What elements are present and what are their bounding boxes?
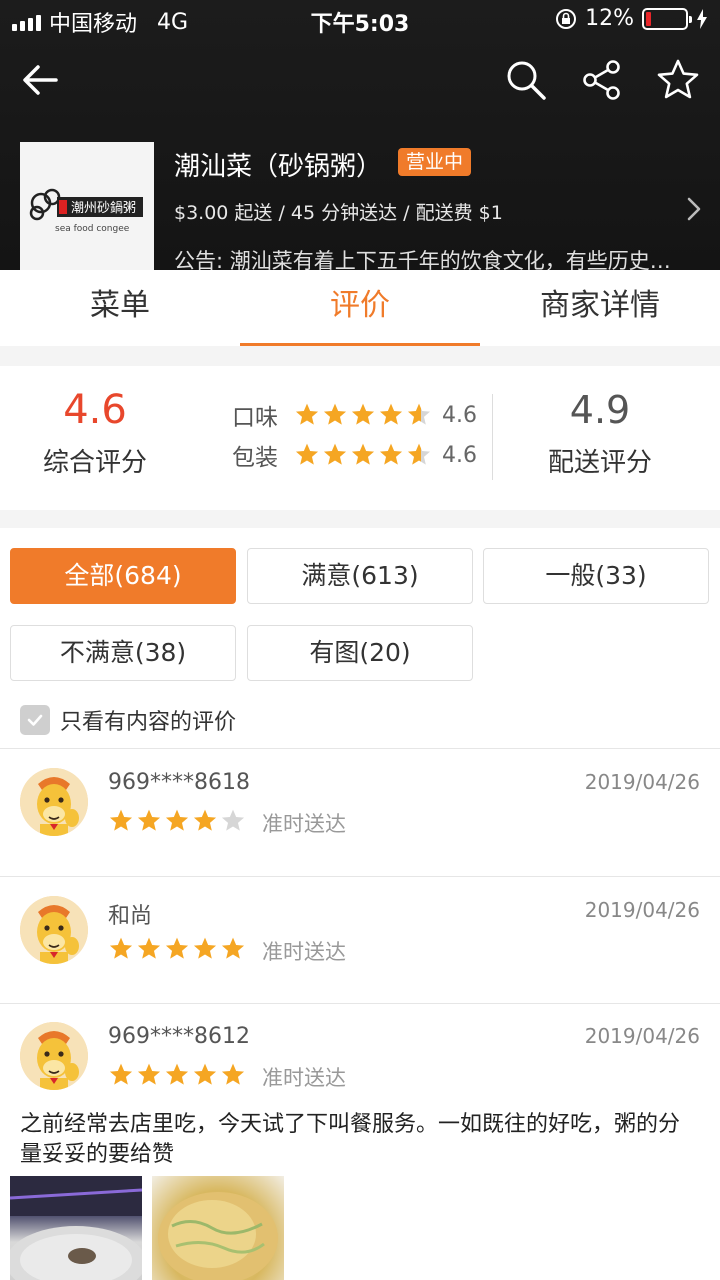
star-icon <box>109 1063 133 1085</box>
star-icon <box>221 1063 245 1085</box>
rating-divider <box>492 394 493 480</box>
filter-satisfied[interactable]: 满意(613) <box>247 548 473 604</box>
status-bar: 中国移动 4G 下午5:03 12% <box>0 0 720 40</box>
star-icon <box>193 809 217 831</box>
checkmark-icon <box>27 714 43 726</box>
review-stars <box>108 1062 246 1088</box>
divider <box>0 1003 720 1004</box>
delivery-score: 4.9 <box>569 388 631 432</box>
star-icon <box>165 1063 189 1085</box>
review-username: 969****8612 <box>108 1024 250 1049</box>
battery-percent: 12% <box>585 6 634 31</box>
packaging-stars <box>294 442 432 468</box>
mascot-avatar-icon <box>20 1022 88 1090</box>
review-text: 之前经常去店里吃，今天试了下叫餐服务。一如既往的好吃，粥的分量妥妥的要给赞 <box>20 1112 681 1167</box>
star-icon <box>323 443 347 465</box>
star-icon <box>323 403 347 425</box>
shop-header: 中国移动 4G 下午5:03 12% 潮州砂鍋粥 sea food congee… <box>0 0 720 270</box>
checkbox[interactable] <box>20 705 50 735</box>
star-icon <box>407 403 431 425</box>
packaging-score: 4.6 <box>442 442 477 468</box>
star-icon <box>351 443 375 465</box>
shop-notice[interactable]: 公告: 潮汕菜有着上下五千年的饮食文化，有些历史… <box>174 245 694 270</box>
tab-merchant-details[interactable]: 商家详情 <box>480 270 720 346</box>
star-icon <box>109 937 133 959</box>
divider <box>0 748 720 749</box>
avatar[interactable] <box>20 1022 88 1090</box>
share-icon[interactable] <box>580 58 624 102</box>
review-photo[interactable] <box>152 1176 284 1280</box>
star-icon <box>295 443 319 465</box>
star-icon <box>137 937 161 959</box>
logo-subtext: sea food congee <box>55 224 130 234</box>
star-icon <box>295 403 319 425</box>
star-icon <box>193 937 217 959</box>
back-arrow-icon[interactable] <box>20 60 60 100</box>
delivery-label: 配送评分 <box>547 448 652 478</box>
overall-rating: 4.6 综合评分 <box>0 388 190 479</box>
review-username: 969****8618 <box>108 770 250 795</box>
section-divider <box>0 510 720 528</box>
star-icon <box>351 403 375 425</box>
star-icon <box>379 403 403 425</box>
star-outline-icon[interactable] <box>656 58 700 102</box>
only-content-toggle[interactable]: 只看有内容的评价 <box>20 704 236 736</box>
review-stars <box>108 936 246 962</box>
review-date: 2019/04/26 <box>584 1024 700 1048</box>
star-icon <box>221 937 245 959</box>
packaging-rating: 包装 4.6 <box>232 438 477 472</box>
star-icon <box>165 937 189 959</box>
review-tag: 准时送达 <box>262 1066 346 1090</box>
chevron-right-icon[interactable] <box>682 194 706 224</box>
star-icon <box>165 809 189 831</box>
shop-name: 潮汕菜（砂锅粥） <box>174 152 383 182</box>
charging-bolt-icon <box>697 8 707 29</box>
star-icon <box>193 1063 217 1085</box>
taste-stars <box>294 402 432 428</box>
status-badge: 营业中 <box>398 148 472 176</box>
filter-with-photos[interactable]: 有图(20) <box>247 625 473 681</box>
taste-rating: 口味 4.6 <box>232 398 477 432</box>
star-icon <box>137 1063 161 1085</box>
search-icon[interactable] <box>504 58 548 102</box>
review-date: 2019/04/26 <box>584 898 700 922</box>
overall-label: 综合评分 <box>42 448 147 478</box>
packaging-label: 包装 <box>232 445 278 471</box>
review-tag: 准时送达 <box>262 940 346 964</box>
avatar[interactable] <box>20 768 88 836</box>
taste-score: 4.6 <box>442 402 477 428</box>
review-username: 和尚 <box>108 904 153 929</box>
only-content-label: 只看有内容的评价 <box>60 710 237 735</box>
review-tag: 准时送达 <box>262 812 346 836</box>
review-date: 2019/04/26 <box>584 770 700 794</box>
star-icon <box>221 809 245 831</box>
star-icon <box>379 443 403 465</box>
filter-all[interactable]: 全部(684) <box>10 548 236 604</box>
avatar[interactable] <box>20 896 88 964</box>
battery-icon <box>642 7 692 30</box>
review-stars <box>108 808 246 834</box>
filter-average[interactable]: 一般(33) <box>483 548 709 604</box>
shop-logo: 潮州砂鍋粥 sea food congee <box>20 142 154 270</box>
tab-bar: 菜单 评价 商家详情 <box>0 270 720 346</box>
rotation-lock-icon <box>556 8 577 29</box>
star-icon <box>137 809 161 831</box>
shop-logo-image: 潮州砂鍋粥 sea food congee <box>29 188 143 234</box>
shop-delivery-info: $3.00 起送 / 45 分钟送达 / 配送费 $1 <box>174 202 503 224</box>
delivery-rating: 4.9 配送评分 <box>500 388 700 479</box>
mascot-avatar-icon <box>20 896 88 964</box>
tab-menu[interactable]: 菜单 <box>0 270 240 346</box>
divider <box>0 876 720 877</box>
star-icon <box>109 809 133 831</box>
rating-summary: 4.6 综合评分 口味 4.6 包装 4.6 4.9 配送评分 <box>0 366 720 510</box>
filter-unsatisfied[interactable]: 不满意(38) <box>10 625 236 681</box>
mascot-avatar-icon <box>20 768 88 836</box>
taste-label: 口味 <box>232 405 278 431</box>
section-divider <box>0 346 720 366</box>
review-photo[interactable] <box>10 1176 142 1280</box>
logo-text: 潮州砂鍋粥 <box>71 200 136 216</box>
star-icon <box>407 443 431 465</box>
overall-score: 4.6 <box>63 387 127 433</box>
tab-reviews[interactable]: 评价 <box>240 270 480 346</box>
